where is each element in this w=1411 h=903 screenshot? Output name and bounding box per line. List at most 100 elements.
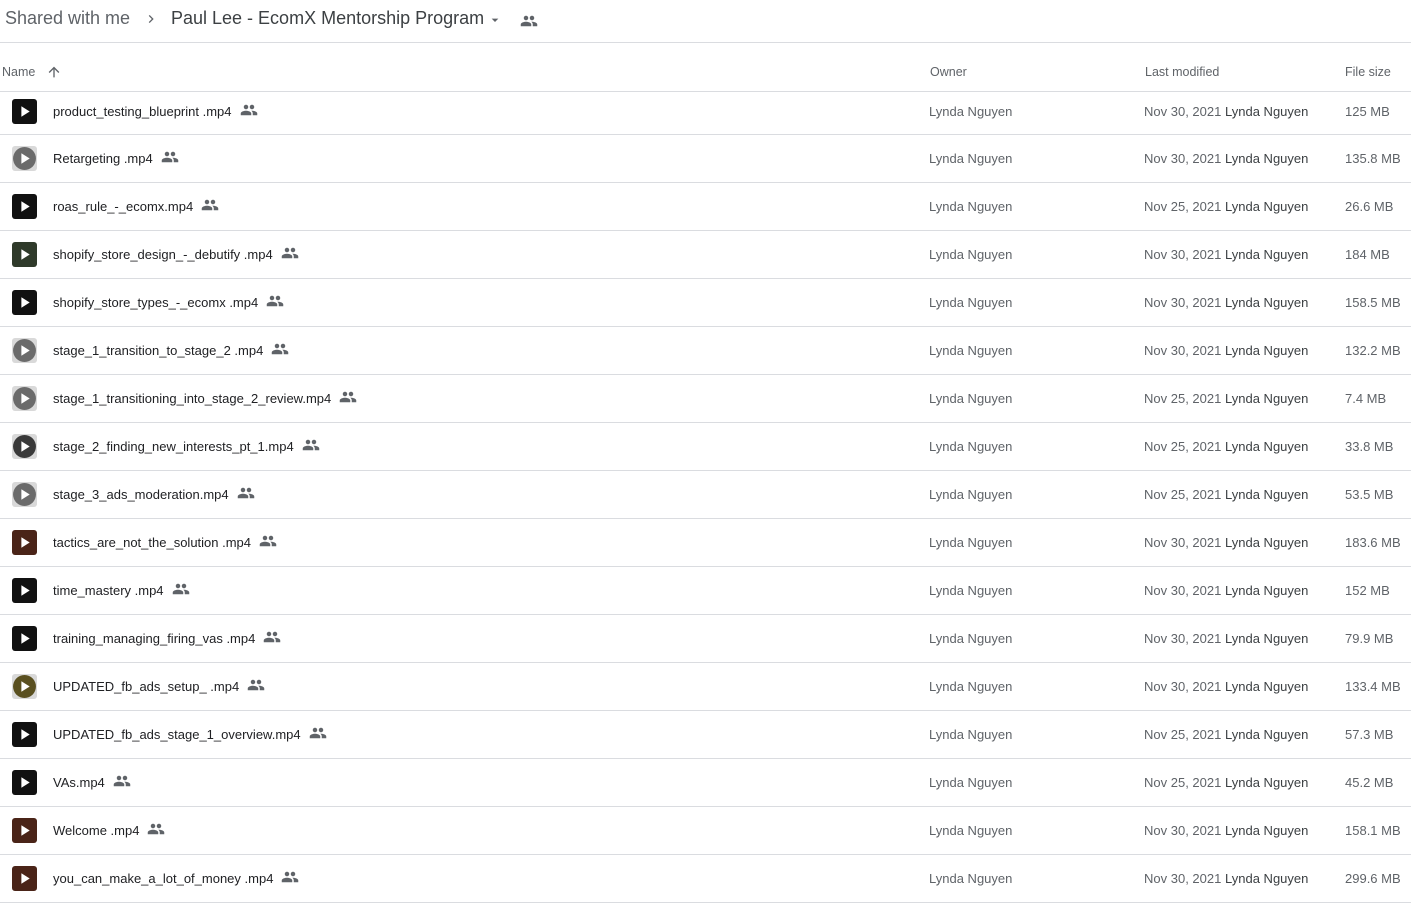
people-icon	[266, 295, 284, 306]
table-row[interactable]: product_testing_blueprint .mp4 Lynda Nguy…	[0, 92, 1411, 135]
file-name[interactable]: stage_2_finding_new_interests_pt_1.mp4	[53, 439, 320, 454]
column-header-name[interactable]: Name	[2, 65, 35, 79]
file-size: 135.8 MB	[1345, 151, 1401, 166]
file-name-text: shopify_store_design_-_debutify .mp4	[53, 247, 273, 262]
file-name[interactable]: you_can_make_a_lot_of_money .mp4	[53, 871, 299, 886]
file-modified-date: Nov 25, 2021	[1144, 487, 1222, 502]
video-play-icon[interactable]	[12, 626, 37, 651]
file-owner: Lynda Nguyen	[929, 391, 1013, 406]
video-play-icon[interactable]	[12, 242, 37, 267]
column-header-last-modified[interactable]: Last modified	[1145, 65, 1219, 79]
video-play-icon[interactable]	[12, 722, 37, 747]
column-header-owner[interactable]: Owner	[930, 65, 967, 79]
table-row[interactable]: stage_1_transitioning_into_stage_2_revie…	[0, 375, 1411, 423]
table-row[interactable]: shopify_store_design_-_debutify .mp4 Lynd…	[0, 231, 1411, 279]
breadcrumb-current-folder[interactable]: Paul Lee - EcomX Mentorship Program	[171, 8, 484, 29]
file-name-text: shopify_store_types_-_ecomx .mp4	[53, 295, 259, 310]
video-play-icon[interactable]	[12, 99, 37, 124]
table-row[interactable]: Retargeting .mp4 Lynda Nguyen Nov 30, 2021…	[0, 135, 1411, 183]
file-name[interactable]: VAs.mp4	[53, 775, 131, 790]
people-icon	[259, 535, 277, 546]
file-size: 152 MB	[1345, 583, 1390, 598]
table-row[interactable]: tactics_are_not_the_solution .mp4 Lynda N…	[0, 519, 1411, 567]
video-play-icon[interactable]	[12, 674, 37, 699]
file-size: 57.3 MB	[1345, 727, 1394, 742]
file-name[interactable]: shopify_store_design_-_debutify .mp4	[53, 247, 299, 262]
video-play-icon[interactable]	[12, 866, 37, 891]
file-name-text: training_managing_firing_vas .mp4	[53, 631, 256, 646]
file-name[interactable]: tactics_are_not_the_solution .mp4	[53, 535, 277, 550]
arrow-upward-icon[interactable]	[46, 64, 62, 80]
file-modified-date: Nov 30, 2021	[1144, 583, 1222, 598]
file-modified-by: Lynda Nguyen	[1225, 583, 1309, 598]
file-size: 125 MB	[1345, 104, 1390, 119]
file-name[interactable]: shopify_store_types_-_ecomx .mp4	[53, 295, 284, 310]
table-row[interactable]: stage_3_ads_moderation.mp4 Lynda Nguyen No…	[0, 471, 1411, 519]
video-play-icon[interactable]	[12, 290, 37, 315]
file-modified-date: Nov 30, 2021	[1144, 823, 1222, 838]
file-modified-by: Lynda Nguyen	[1225, 823, 1309, 838]
table-row[interactable]: VAs.mp4 Lynda Nguyen Nov 25, 2021 Lynda Ngu…	[0, 759, 1411, 807]
file-name[interactable]: stage_1_transition_to_stage_2 .mp4	[53, 343, 289, 358]
file-size: 26.6 MB	[1345, 199, 1394, 214]
people-icon	[172, 583, 189, 594]
file-modified-date: Nov 30, 2021	[1144, 631, 1222, 646]
video-play-icon[interactable]	[12, 818, 37, 843]
video-play-icon[interactable]	[12, 146, 37, 171]
video-play-icon[interactable]	[12, 530, 37, 555]
file-owner: Lynda Nguyen	[929, 199, 1013, 214]
file-name-text: time_mastery .mp4	[53, 583, 164, 598]
file-name[interactable]: stage_3_ads_moderation.mp4	[53, 487, 255, 502]
breadcrumb-shared-with-me[interactable]: Shared with me	[5, 8, 130, 29]
video-play-icon[interactable]	[12, 578, 37, 603]
file-name-text: Welcome .mp4	[53, 823, 140, 838]
video-play-icon[interactable]	[12, 338, 37, 363]
file-name[interactable]: training_managing_firing_vas .mp4	[53, 631, 281, 646]
file-name-text: Retargeting .mp4	[53, 151, 153, 166]
file-name[interactable]: stage_1_transitioning_into_stage_2_revie…	[53, 391, 357, 406]
file-name[interactable]: product_testing_blueprint .mp4	[53, 104, 258, 119]
file-modified-by: Lynda Nguyen	[1225, 247, 1309, 262]
video-play-icon[interactable]	[12, 194, 37, 219]
file-name-text: stage_1_transition_to_stage_2 .mp4	[53, 343, 264, 358]
file-modified-by: Lynda Nguyen	[1225, 199, 1309, 214]
file-modified-by: Lynda Nguyen	[1225, 343, 1309, 358]
table-row[interactable]: roas_rule_-_ecomx.mp4 Lynda Nguyen Nov 25,…	[0, 183, 1411, 231]
file-size: 45.2 MB	[1345, 775, 1394, 790]
file-modified-date: Nov 25, 2021	[1144, 727, 1222, 742]
file-modified-date: Nov 25, 2021	[1144, 199, 1222, 214]
people-icon[interactable]	[520, 12, 538, 30]
file-size: 158.1 MB	[1345, 823, 1401, 838]
table-row[interactable]: stage_2_finding_new_interests_pt_1.mp4 Ly…	[0, 423, 1411, 471]
column-header-file-size[interactable]: File size	[1345, 65, 1391, 79]
arrow-drop-down-icon[interactable]	[487, 12, 503, 28]
file-modified-date: Nov 25, 2021	[1144, 775, 1222, 790]
file-name[interactable]: roas_rule_-_ecomx.mp4	[53, 199, 219, 214]
file-name-text: tactics_are_not_the_solution .mp4	[53, 535, 252, 550]
file-size: 7.4 MB	[1345, 391, 1387, 406]
table-row[interactable]: shopify_store_types_-_ecomx .mp4 Lynda Ng…	[0, 279, 1411, 327]
file-name[interactable]: time_mastery .mp4	[53, 583, 190, 598]
video-play-icon[interactable]	[12, 386, 37, 411]
table-row[interactable]: UPDATED_fb_ads_setup_ .mp4 Lynda Nguyen No…	[0, 663, 1411, 711]
file-modified-by: Lynda Nguyen	[1225, 679, 1309, 694]
file-modified-date: Nov 30, 2021	[1144, 247, 1222, 262]
table-row[interactable]: training_managing_firing_vas .mp4 Lynda N…	[0, 615, 1411, 663]
file-size: 184 MB	[1345, 247, 1390, 262]
video-play-icon[interactable]	[12, 770, 37, 795]
file-name-text: stage_2_finding_new_interests_pt_1.mp4	[53, 439, 294, 454]
table-row[interactable]: UPDATED_fb_ads_stage_1_overview.mp4 Lynda…	[0, 711, 1411, 759]
table-row[interactable]: time_mastery .mp4 Lynda Nguyen Nov 30, 202…	[0, 567, 1411, 615]
file-name-text: stage_1_transitioning_into_stage_2_revie…	[53, 391, 332, 406]
file-modified-by: Lynda Nguyen	[1225, 487, 1309, 502]
file-name[interactable]: Retargeting .mp4	[53, 151, 179, 166]
video-play-icon[interactable]	[12, 434, 37, 459]
file-name[interactable]: Welcome .mp4	[53, 823, 165, 838]
video-play-icon[interactable]	[12, 482, 37, 507]
table-row[interactable]: Welcome .mp4 Lynda Nguyen Nov 30, 2021 Lynd…	[0, 807, 1411, 855]
file-size: 158.5 MB	[1345, 295, 1401, 310]
file-name[interactable]: UPDATED_fb_ads_setup_ .mp4	[53, 679, 265, 694]
file-name[interactable]: UPDATED_fb_ads_stage_1_overview.mp4	[53, 727, 327, 742]
file-modified-by: Lynda Nguyen	[1225, 391, 1309, 406]
table-row[interactable]: stage_1_transition_to_stage_2 .mp4 Lynda …	[0, 327, 1411, 375]
